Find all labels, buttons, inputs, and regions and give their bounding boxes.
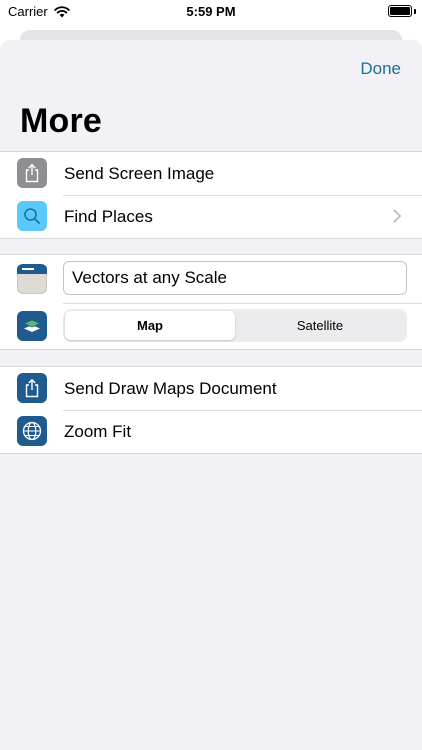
share-icon bbox=[17, 373, 47, 403]
find-places-label: Find Places bbox=[64, 206, 153, 226]
map-name-row bbox=[0, 255, 422, 303]
send-draw-maps-document-label: Send Draw Maps Document bbox=[64, 378, 277, 398]
chevron-right-icon bbox=[393, 209, 402, 223]
zoom-fit-row[interactable]: Zoom Fit bbox=[0, 410, 422, 453]
zoom-fit-label: Zoom Fit bbox=[64, 421, 132, 441]
share-icon bbox=[17, 158, 47, 188]
send-screen-image-label: Send Screen Image bbox=[64, 163, 215, 183]
send-draw-maps-document-row[interactable]: Send Draw Maps Document bbox=[0, 367, 422, 410]
map-segment[interactable]: Map bbox=[65, 311, 235, 340]
page-title: More bbox=[20, 102, 103, 140]
map-name-input[interactable] bbox=[63, 261, 407, 295]
actions-group: Send Screen Image Find Places bbox=[0, 151, 422, 239]
document-group: Send Draw Maps Document Zoom Fit bbox=[0, 366, 422, 454]
magnifier-icon bbox=[17, 201, 47, 231]
send-screen-image-row[interactable]: Send Screen Image bbox=[0, 152, 422, 195]
battery-level bbox=[390, 7, 410, 15]
map-settings-group: Map Satellite bbox=[0, 254, 422, 350]
find-places-row[interactable]: Find Places bbox=[0, 195, 422, 238]
satellite-segment[interactable]: Satellite bbox=[235, 311, 405, 340]
battery-icon bbox=[388, 5, 412, 17]
more-sheet: Done More Send Screen Image Find Places bbox=[0, 40, 422, 750]
map-type-row: Map Satellite bbox=[0, 303, 422, 349]
status-bar: Carrier 5:59 PM bbox=[0, 0, 422, 26]
window-icon bbox=[17, 264, 47, 294]
done-button[interactable]: Done bbox=[360, 59, 401, 79]
layers-icon bbox=[17, 311, 47, 341]
globe-icon bbox=[17, 416, 47, 446]
battery-cap bbox=[414, 9, 416, 14]
map-type-segmented-control: Map Satellite bbox=[63, 309, 407, 342]
status-time: 5:59 PM bbox=[186, 4, 236, 19]
